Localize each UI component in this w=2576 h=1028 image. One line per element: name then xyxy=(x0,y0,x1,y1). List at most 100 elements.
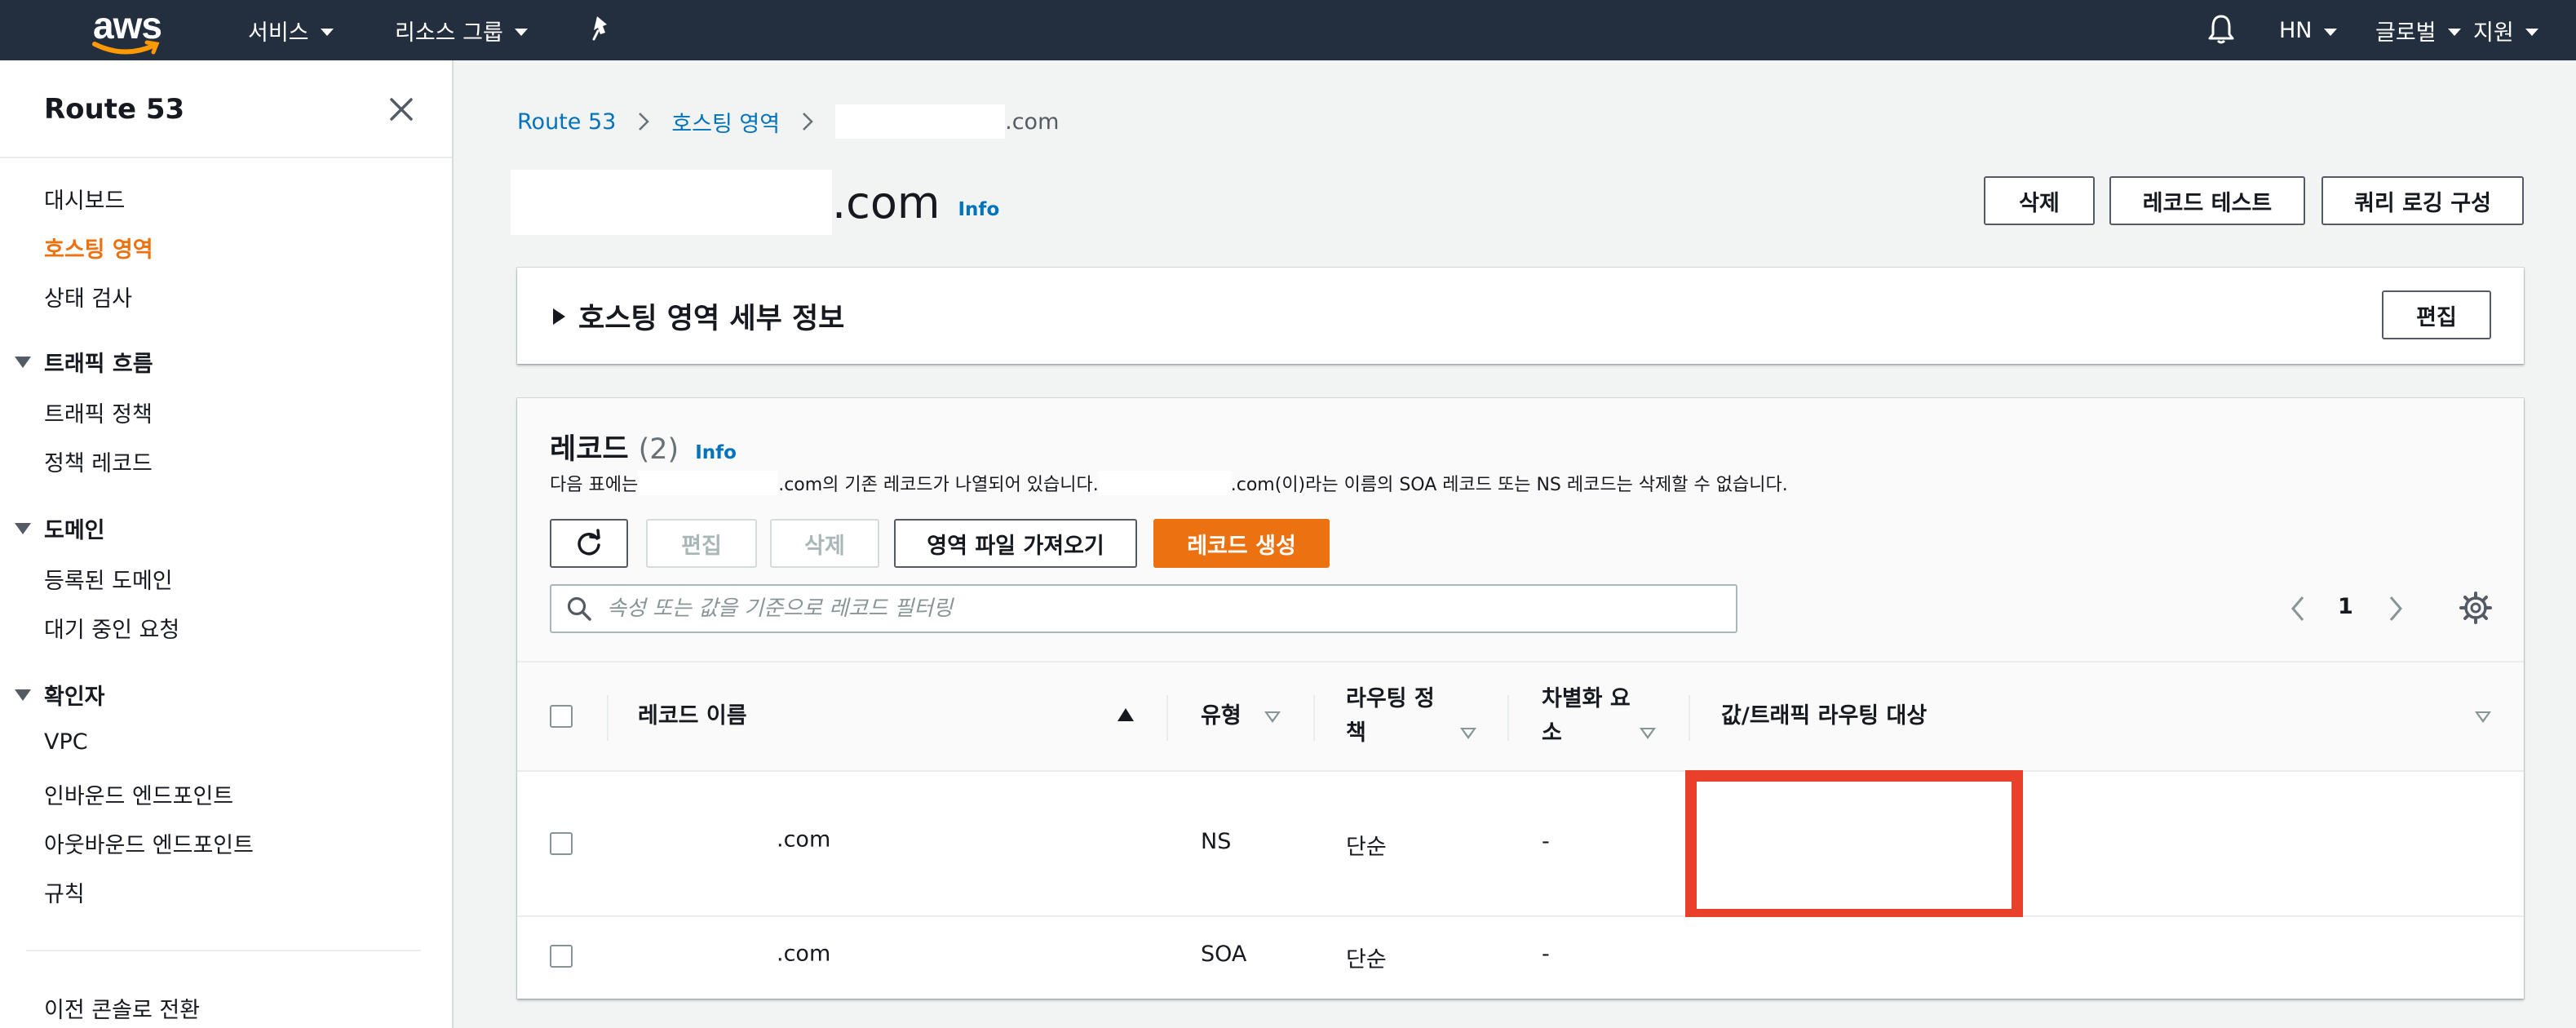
sidebar-item-policy-records[interactable]: 정책 레코드 xyxy=(44,445,153,477)
select-all-checkbox[interactable] xyxy=(550,705,573,728)
edit-record-button[interactable]: 편집 xyxy=(646,519,757,568)
breadcrumb-current: .com xyxy=(1005,109,1060,135)
sort-icon[interactable] xyxy=(1264,711,1281,723)
record-name-suffix: .com xyxy=(777,941,831,967)
top-navigation: aws 서비스 리소스 그룹 HN 글로벌 지원 xyxy=(0,0,2576,60)
column-divider xyxy=(1166,695,1168,741)
record-type: SOA xyxy=(1201,942,1247,967)
next-page-icon[interactable] xyxy=(2387,594,2405,623)
column-header-label: 차별화 요소 xyxy=(1542,682,1631,751)
redaction-box xyxy=(1685,770,2023,920)
page-title-domain: .com xyxy=(832,176,941,228)
sidebar-section-label: 도메인 xyxy=(44,518,105,543)
test-record-button[interactable]: 레코드 테스트 xyxy=(2109,176,2305,225)
sort-icon[interactable] xyxy=(1460,728,1476,739)
breadcrumb: Route 53 호스팅 영역 .com xyxy=(517,104,1059,139)
sidebar-item-rules[interactable]: 규칙 xyxy=(44,876,85,908)
chevron-down-icon xyxy=(2447,28,2461,36)
sort-icon[interactable] xyxy=(2475,711,2491,723)
sidebar-item-hosted-zones[interactable]: 호스팅 영역 xyxy=(44,232,153,264)
gear-icon[interactable] xyxy=(2459,591,2493,625)
region-menu[interactable]: 글로벌 xyxy=(2375,0,2461,60)
info-link[interactable]: Info xyxy=(958,199,1000,220)
edit-details-button[interactable]: 편집 xyxy=(2382,290,2491,339)
sidebar-item-switch-console[interactable]: 이전 콘솔로 전환 xyxy=(44,992,200,1024)
record-differentiator: - xyxy=(1542,829,1550,854)
row-checkbox[interactable] xyxy=(550,945,573,968)
column-divider xyxy=(1689,695,1690,741)
sidebar-item-health-checks[interactable]: 상태 검사 xyxy=(44,281,132,312)
aws-logo[interactable]: aws xyxy=(91,3,165,57)
delete-record-button[interactable]: 삭제 xyxy=(770,519,879,568)
sidebar-item-inbound-endpoints[interactable]: 인바운드 엔드포인트 xyxy=(44,778,233,810)
bell-icon[interactable] xyxy=(2206,13,2237,46)
current-page[interactable]: 1 xyxy=(2338,594,2353,619)
sidebar-section-resolver[interactable]: 확인자 xyxy=(15,679,105,711)
column-header-label-line: 책 xyxy=(1346,720,1366,746)
records-count: (2) xyxy=(638,433,679,466)
redacted-domain xyxy=(638,824,777,857)
records-title: 레코드 (2) Info xyxy=(550,426,737,467)
sort-ascending-icon[interactable] xyxy=(1118,708,1134,721)
support-label: 지원 xyxy=(2473,20,2514,46)
breadcrumb-route53[interactable]: Route 53 xyxy=(517,109,616,135)
records-header: 레코드 (2) Info 다음 표에는 .com의 기존 레코드가 나열되어 있… xyxy=(517,398,2524,661)
import-zone-file-button[interactable]: 영역 파일 가져오기 xyxy=(894,519,1137,568)
account-menu[interactable]: HN xyxy=(2279,0,2337,60)
records-description: 다음 표에는 .com의 기존 레코드가 나열되어 있습니다. .com(이)라… xyxy=(550,470,1788,496)
desc-prefix: 다음 표에는 xyxy=(550,475,639,495)
sidebar-item-pending-requests[interactable]: 대기 중인 요청 xyxy=(44,612,179,644)
column-header-label: 라우팅 정책 xyxy=(1346,682,1435,751)
column-header-differentiator[interactable]: 차별화 요소 xyxy=(1542,662,1631,770)
column-header-label-line: 라우팅 정 xyxy=(1346,686,1435,711)
query-logging-button[interactable]: 쿼리 로깅 구성 xyxy=(2321,176,2524,225)
sidebar-section-domains[interactable]: 도메인 xyxy=(15,512,105,544)
column-header-name[interactable]: 레코드 이름 xyxy=(638,662,747,770)
account-label: HN xyxy=(2279,17,2313,43)
column-header-label: 레코드 이름 xyxy=(638,703,747,729)
record-name: .com xyxy=(638,824,830,857)
column-header-routing-policy[interactable]: 라우팅 정책 xyxy=(1346,662,1435,770)
sidebar-section-label: 확인자 xyxy=(44,685,105,710)
breadcrumb-hosted-zones[interactable]: 호스팅 영역 xyxy=(671,106,780,138)
table-row[interactable]: .com NS 단순 - xyxy=(517,770,2524,920)
refresh-button[interactable] xyxy=(550,519,628,568)
column-header-value[interactable]: 값/트래픽 라우팅 대상 xyxy=(1721,662,1927,770)
column-header-label-line: 차별화 요 xyxy=(1542,686,1631,711)
details-toggle[interactable]: 호스팅 영역 세부 정보 xyxy=(553,295,844,337)
info-link[interactable]: Info xyxy=(695,442,737,463)
sort-icon[interactable] xyxy=(1640,728,1656,739)
record-type: NS xyxy=(1201,829,1232,854)
record-routing-policy: 단순 xyxy=(1346,835,1387,860)
redacted-domain xyxy=(511,170,832,235)
caret-down-icon xyxy=(15,356,31,368)
support-menu[interactable]: 지원 xyxy=(2473,0,2538,60)
search-input[interactable] xyxy=(607,596,1716,621)
caret-down-icon xyxy=(15,689,31,701)
pin-icon[interactable] xyxy=(589,15,613,42)
row-checkbox[interactable] xyxy=(550,832,573,855)
sidebar-item-dashboard[interactable]: 대시보드 xyxy=(44,183,125,215)
column-header-type[interactable]: 유형 xyxy=(1201,662,1242,770)
create-record-button[interactable]: 레코드 생성 xyxy=(1153,519,1330,568)
sidebar-item-registered-domains[interactable]: 등록된 도메인 xyxy=(44,563,173,595)
sidebar-item-vpc[interactable]: VPC xyxy=(44,729,88,755)
table-row[interactable]: .com SOA 단순 - xyxy=(517,917,2524,999)
sidebar-item-outbound-endpoints[interactable]: 아웃바운드 엔드포인트 xyxy=(44,827,254,859)
redacted-domain xyxy=(1098,471,1231,495)
delete-zone-button[interactable]: 삭제 xyxy=(1984,176,2095,225)
close-icon[interactable] xyxy=(387,95,416,124)
sidebar-item-traffic-policies[interactable]: 트래픽 정책 xyxy=(44,397,153,428)
caret-down-icon xyxy=(15,522,31,534)
services-menu[interactable]: 서비스 xyxy=(248,0,334,60)
column-header-label-line: 소 xyxy=(1542,720,1562,746)
resource-groups-menu[interactable]: 리소스 그룹 xyxy=(395,0,528,60)
page-title: .com Info xyxy=(511,170,999,235)
services-label: 서비스 xyxy=(248,20,309,46)
sidebar-section-traffic-flow[interactable]: 트래픽 흐름 xyxy=(15,346,153,378)
desc-middle: .com의 기존 레코드가 나열되어 있습니다. xyxy=(778,475,1099,495)
record-name-suffix: .com xyxy=(777,826,831,853)
previous-page-icon[interactable] xyxy=(2289,594,2307,623)
records-search[interactable] xyxy=(550,584,1737,633)
chevron-down-icon xyxy=(320,28,334,36)
